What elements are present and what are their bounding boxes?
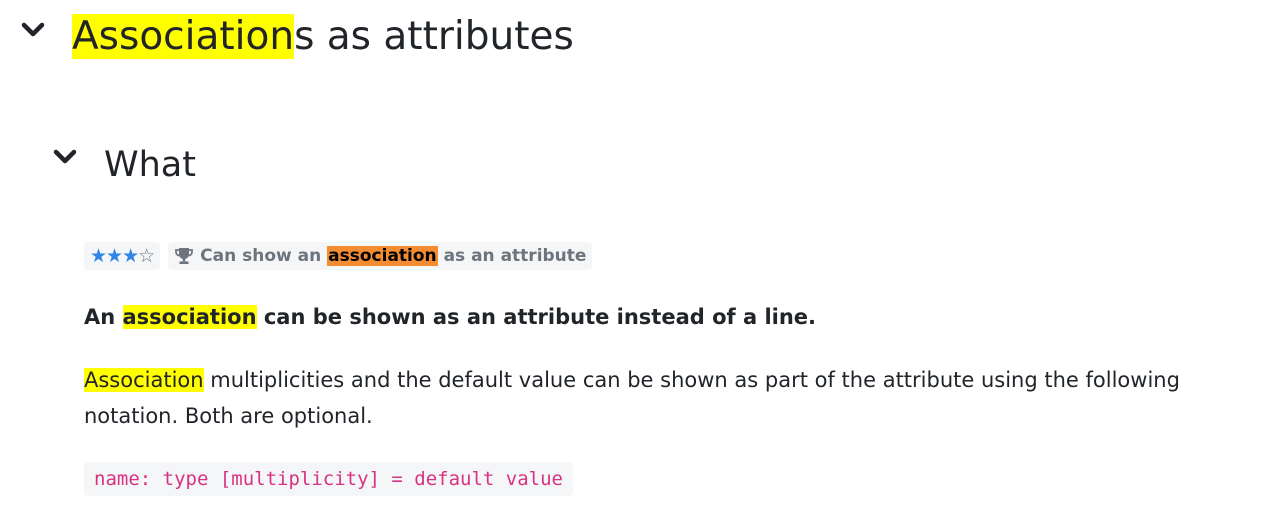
section-title: Associations as attributes (72, 8, 574, 66)
goal-prefix: Can show an (200, 246, 322, 266)
notation-code: name: type [multiplicity] = default valu… (84, 462, 573, 496)
search-highlight: association (122, 305, 257, 329)
rating-filled-stars: ★★★ (90, 245, 139, 267)
star-rating: ★★★☆ (90, 245, 155, 267)
search-highlight: Association (72, 14, 295, 59)
goal-suffix: as an attribute (443, 246, 587, 266)
section-title-rest: s as attributes (294, 14, 574, 59)
subsection-title: What (104, 145, 196, 185)
search-highlight: association (327, 246, 438, 266)
rating-badge: ★★★☆ (84, 242, 161, 270)
chevron-down-icon[interactable] (20, 20, 46, 40)
rating-empty-stars: ☆ (138, 245, 155, 267)
description-paragraph: Association multiplicities and the defau… (84, 362, 1244, 434)
chevron-down-icon[interactable] (52, 147, 78, 167)
lead-suffix: can be shown as an attribute instead of … (263, 305, 817, 329)
page: Associations as attributes What ★★★☆ Can… (0, 0, 1270, 515)
search-highlight: Association (84, 368, 204, 392)
goal-badge: Can show an association as an attribute (168, 242, 593, 270)
lead-sentence: An association can be shown as an attrib… (84, 300, 816, 334)
badge-row: ★★★☆ Can show an association as an attri… (84, 242, 593, 270)
paragraph-text: multiplicities and the default value can… (84, 368, 1180, 428)
trophy-icon (174, 246, 194, 266)
lead-prefix: An (84, 305, 116, 329)
